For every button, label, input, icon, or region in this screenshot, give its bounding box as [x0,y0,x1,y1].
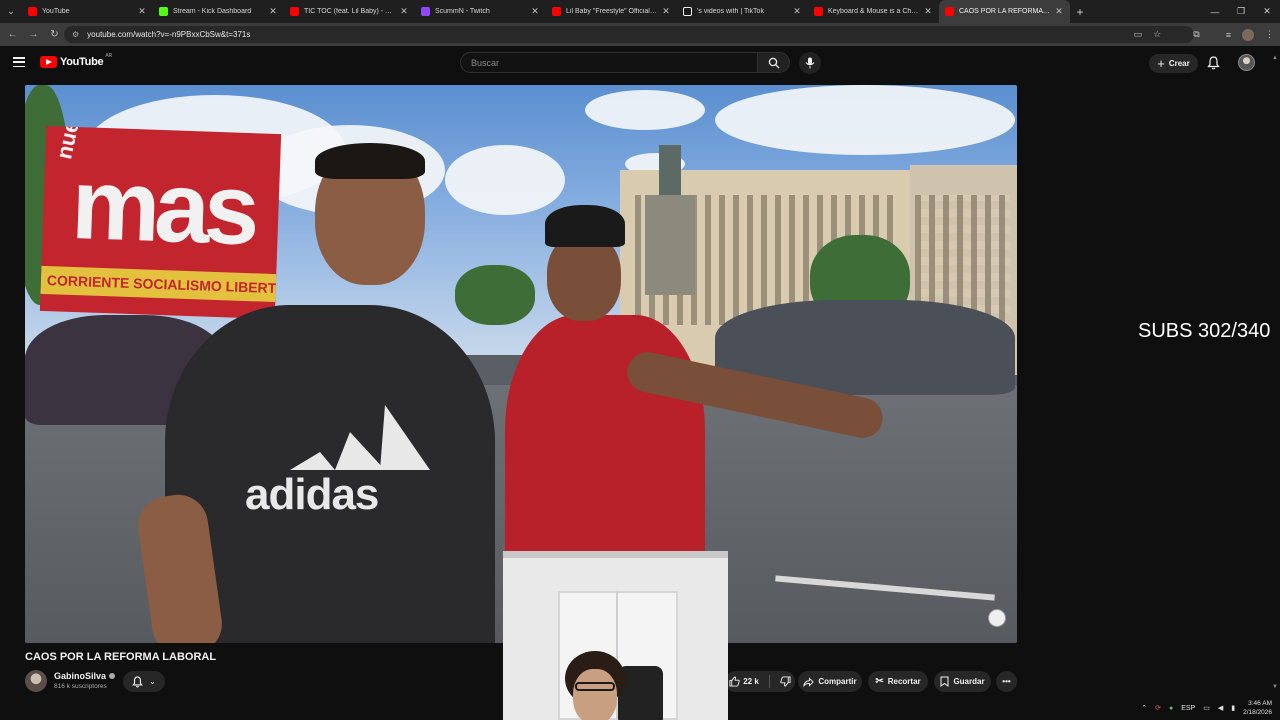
network-icon[interactable]: ▭ [1203,704,1210,712]
share-button[interactable]: Compartir [798,671,862,692]
plus-icon: + [1157,56,1165,71]
language-indicator[interactable]: ESP [1181,705,1195,712]
chevron-down-icon: ⌄ [149,677,156,686]
guide-menu-icon[interactable] [13,57,25,67]
close-tab-icon[interactable]: ✕ [792,6,802,17]
create-button[interactable]: + Crear [1149,54,1198,73]
close-tab-icon[interactable]: ✕ [1054,6,1064,17]
person-left: adidas [134,143,505,643]
new-tab-button[interactable]: + [1070,5,1090,19]
more-dots-icon: ••• [1002,677,1011,686]
search-box [460,52,758,73]
bell-icon [1207,56,1220,70]
more-actions-button[interactable]: ••• [996,671,1017,692]
extensions-icon[interactable]: ⧉ [1193,29,1199,40]
bookmark-star-icon[interactable]: ☆ [1153,29,1161,40]
tab-kick-dashboard[interactable]: Stream - Kick Dashboard ✕ [153,0,284,23]
bookmark-icon [940,676,949,687]
forward-icon[interactable]: → [23,29,44,40]
close-tab-icon[interactable]: ✕ [268,6,278,17]
site-info-icon[interactable]: ⚙ [72,30,79,39]
address-bar[interactable]: ⚙ youtube.com/watch?v=-n9PBxxCbSw&t=371s [64,26,1194,43]
browser-toolbar: ← → ↻ ⚙ youtube.com/watch?v=-n9PBxxCbSw&… [0,23,1280,46]
notifications-button[interactable] [1207,56,1220,75]
kick-favicon-icon [159,7,168,16]
save-button[interactable]: Guardar [934,671,991,692]
youtube-favicon-icon [814,7,823,16]
reload-icon[interactable]: ↻ [44,29,65,40]
close-tab-icon[interactable]: ✕ [137,6,147,17]
scissors-icon: ✂ [875,676,884,687]
tray-mic-icon[interactable]: ● [1169,705,1173,712]
scroll-up-icon[interactable]: ▲ [1272,55,1278,61]
battery-icon[interactable]: ▮ [1231,704,1235,712]
profile-avatar[interactable] [1242,28,1254,41]
browser-actions: ▭ ☆ ⧉ ≡ ⋮ [1134,23,1274,46]
like-dislike-group: 22 k [725,671,795,692]
close-tab-icon[interactable]: ✕ [530,6,540,17]
tab-caos-reforma-laboral[interactable]: CAOS POR LA REFORMA LABO ✕ [939,0,1070,23]
subs-counter-overlay: SUBS 302/340 [1138,320,1271,342]
tab-lil-baby-freestyle[interactable]: Lil Baby "Freestyle" Official Mu ✕ [546,0,677,23]
minimize-icon[interactable]: — [1202,0,1228,23]
adidas-stripes-icon [290,405,430,470]
youtube-play-icon [40,56,57,68]
browser-tabstrip: ⌄ YouTube ✕ Stream - Kick Dashboard ✕ TI… [0,0,1280,23]
volume-icon[interactable]: ◀ [1218,704,1223,712]
tab-twitch[interactable]: ScummN - Twitch ✕ [415,0,546,23]
youtube-favicon-icon [945,7,954,16]
browser-menu-icon[interactable]: ⋮ [1265,29,1274,40]
youtube-masthead: YouTube AR + Crear [0,46,1280,82]
tab-tic-toc[interactable]: TIC TOC (feat. Lil Baby) - YouTu ✕ [284,0,415,23]
webcam-overlay [503,551,728,720]
tab-search-icon[interactable]: ⌄ [0,0,22,23]
close-tab-icon[interactable]: ✕ [661,6,671,17]
tray-app-icon[interactable]: ⟳ [1155,704,1161,712]
back-icon[interactable]: ← [2,29,23,40]
thumbs-up-icon [729,676,740,687]
tab-tiktok[interactable]: 's videos with | TikTok ✕ [677,0,808,23]
verified-icon [109,673,116,679]
like-button[interactable]: 22 k [729,676,759,687]
account-avatar[interactable] [1238,54,1255,71]
close-window-icon[interactable]: ✕ [1254,0,1280,23]
system-tray: ⌃ ⟳ ● ESP ▭ ◀ ▮ 3:46 AM 2/18/2026 [1120,696,1280,720]
search-icon [768,57,779,68]
video-title: CAOS POR LA REFORMA LABORAL [25,651,217,663]
maximize-icon[interactable]: ❐ [1228,0,1254,23]
media-icon[interactable]: ≡ [1226,30,1231,40]
url-text: youtube.com/watch?v=-n9PBxxCbSw&t=371s [87,30,251,39]
window-controls: — ❐ ✕ [1202,0,1280,23]
face-sticker-icon [988,609,1006,627]
tiktok-favicon-icon [683,7,692,16]
bell-icon [132,675,143,687]
youtube-favicon-icon [290,7,299,16]
tab-keyboard-mouse[interactable]: Keyboard & Mouse is a Cheat C ✕ [808,0,939,23]
clip-button[interactable]: ✂ Recortar [868,671,928,692]
taskbar-clock[interactable]: 3:46 AM 2/18/2026 [1243,699,1272,717]
subscription-notifications-button[interactable]: ⌄ [123,671,165,692]
youtube-favicon-icon [28,7,37,16]
search-button[interactable] [757,52,790,73]
scroll-down-icon[interactable]: ▼ [1272,684,1278,690]
close-tab-icon[interactable]: ✕ [399,6,409,17]
channel-avatar[interactable] [25,670,47,692]
channel-name[interactable]: GabinoSilva [54,671,116,681]
close-tab-icon[interactable]: ✕ [923,6,933,17]
tab-youtube[interactable]: YouTube ✕ [22,0,153,23]
search-input[interactable] [471,57,757,68]
youtube-logo[interactable]: YouTube AR [40,53,112,68]
microphone-icon [805,57,815,69]
channel-subscribers: 816 k suscriptores [54,683,107,690]
voice-search-button[interactable] [799,52,821,74]
screen: ⌄ YouTube ✕ Stream - Kick Dashboard ✕ TI… [0,0,1280,720]
install-icon[interactable]: ▭ [1134,29,1143,40]
share-icon [803,676,815,687]
tray-chevron-icon[interactable]: ⌃ [1141,704,1147,712]
youtube-favicon-icon [552,7,561,16]
thumbs-down-icon[interactable] [780,676,791,687]
twitch-favicon-icon [421,7,430,16]
